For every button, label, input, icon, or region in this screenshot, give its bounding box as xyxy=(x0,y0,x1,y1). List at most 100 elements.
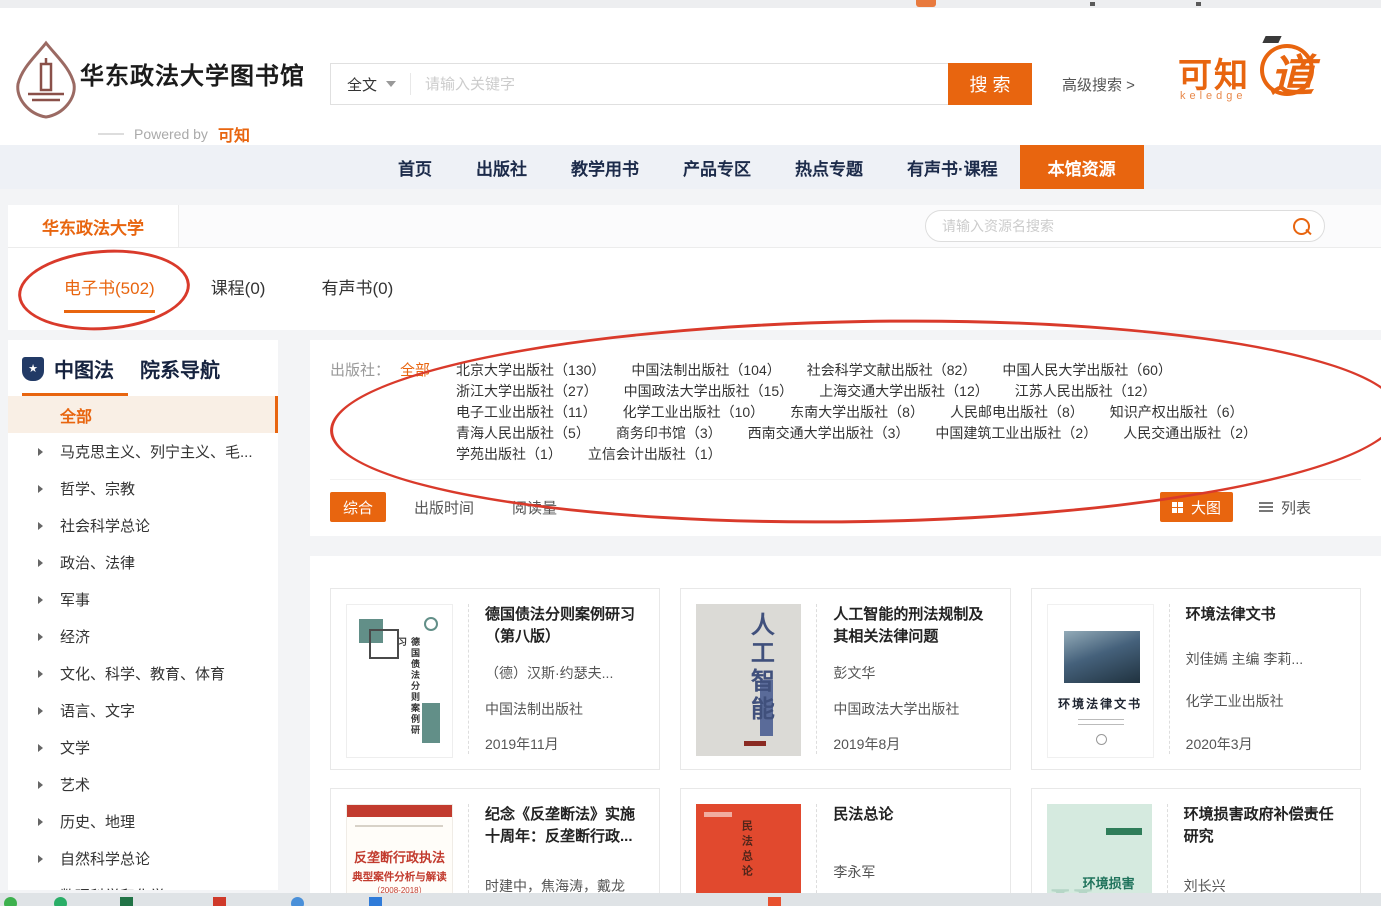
chevron-right-icon xyxy=(38,633,43,641)
taskbar-icon-0[interactable] xyxy=(4,897,17,906)
view-list-button[interactable]: 列表 xyxy=(1259,497,1311,518)
publisher-filter[interactable]: 浙江大学出版社（27） xyxy=(456,381,598,402)
sidebar-item[interactable]: 文化、科学、教育、体育 xyxy=(8,655,278,692)
sidebar-item[interactable]: 哲学、宗教 xyxy=(8,470,278,507)
sidebar-item[interactable]: 文学 xyxy=(8,729,278,766)
sidebar-item[interactable]: 全部 xyxy=(8,396,278,433)
view-grid-label: 大图 xyxy=(1191,497,1221,518)
sidebar-item[interactable]: 自然科学总论 xyxy=(8,840,278,877)
filter-panel: 出版社： 全部 北京大学出版社（130）中国法制出版社（104）社会科学文献出版… xyxy=(310,340,1381,536)
sidebar-item[interactable]: 军事 xyxy=(8,581,278,618)
search-input[interactable] xyxy=(411,76,948,93)
publisher-filter[interactable]: 中国政法大学出版社（15） xyxy=(624,381,794,402)
windows-taskbar xyxy=(0,893,1381,906)
book-card[interactable]: 德国债法分则案例研习德国债法分则案例研习（第八版）（德）汉斯·约瑟夫...中国法… xyxy=(330,588,660,770)
sidebar-item[interactable]: 社会科学总论 xyxy=(8,507,278,544)
chevron-right-icon xyxy=(38,707,43,715)
nav-item-3[interactable]: 产品专区 xyxy=(661,145,773,189)
publisher-filter[interactable]: 东南大学出版社（8） xyxy=(790,402,924,423)
sidebar-item[interactable]: 马克思主义、列宁主义、毛... xyxy=(8,433,278,470)
sidebar-item[interactable]: 政治、法律 xyxy=(8,544,278,581)
publisher-filter[interactable]: 知识产权出版社（6） xyxy=(1110,402,1244,423)
chevron-right-icon xyxy=(38,448,43,456)
publisher-filter[interactable]: 人民邮电出版社（8） xyxy=(950,402,1084,423)
browser-dot xyxy=(1196,2,1201,6)
book-card[interactable]: 民法总论民法总论李永军 xyxy=(680,788,1010,906)
resource-search-input[interactable] xyxy=(940,217,1293,235)
taskbar-icon-5[interactable] xyxy=(369,897,382,906)
resource-tab-2[interactable]: 有声书(0) xyxy=(321,274,393,310)
sidebar-item[interactable]: 数理科学和化学 xyxy=(8,877,278,890)
taskbar-icon-6[interactable] xyxy=(768,897,781,906)
publisher-filter[interactable]: 化学工业出版社（10） xyxy=(623,402,765,423)
sidebar-tab-departments[interactable]: 院系导航 xyxy=(140,354,220,383)
book-card[interactable]: 环境法律文书环境法律文书刘佳嫣 主编 李莉...化学工业出版社2020年3月 xyxy=(1031,588,1361,770)
nav-item-1[interactable]: 出版社 xyxy=(454,145,549,189)
publisher-filter[interactable]: 北京大学出版社（130） xyxy=(456,360,605,381)
book-card[interactable]: 人工智能人工智能的刑法规制及其相关法律问题彭文华中国政法大学出版社2019年8月 xyxy=(680,588,1010,770)
taskbar-icon-2[interactable] xyxy=(120,897,133,906)
sort-option-0[interactable]: 综合 xyxy=(330,492,386,522)
taskbar-icon-3[interactable] xyxy=(213,897,226,906)
sidebar-item[interactable]: 艺术 xyxy=(8,766,278,803)
cover-decoration xyxy=(369,629,399,659)
org-tab[interactable]: 华东政法大学 xyxy=(8,205,179,247)
advanced-search-link[interactable]: 高级搜索 > xyxy=(1062,74,1135,95)
publisher-filter[interactable]: 商务印书馆（3） xyxy=(616,423,722,444)
publisher-filter[interactable]: 中国建筑工业出版社（2） xyxy=(935,423,1097,444)
publisher-filter[interactable]: 中国法制出版社（104） xyxy=(631,360,780,381)
grid-icon xyxy=(1172,502,1183,513)
publisher-filter[interactable]: 立信会计出版社（1） xyxy=(588,444,722,465)
publisher-filter[interactable]: 西南交通大学出版社（3） xyxy=(748,423,910,444)
publisher-filter[interactable]: 人民交通出版社（2） xyxy=(1123,423,1257,444)
nav-item-0[interactable]: 首页 xyxy=(376,145,454,189)
search-scope-select[interactable]: 全文 xyxy=(331,74,410,95)
view-list-label: 列表 xyxy=(1281,497,1311,518)
publisher-row: 北京大学出版社（130） 中国法制出版社（104） 社会科学文献出版社（82） 中国人… xyxy=(456,360,1361,381)
cover-decoration xyxy=(424,617,438,631)
view-grid-button[interactable]: 大图 xyxy=(1160,492,1233,522)
publisher-filter[interactable]: 中国人民大学出版社（60） xyxy=(1002,360,1172,381)
publisher-filter[interactable]: 社会科学文献出版社（82） xyxy=(807,360,977,381)
search-icon[interactable] xyxy=(1293,218,1310,235)
sidebar-item[interactable]: 经济 xyxy=(8,618,278,655)
site-header: 华东政法大学图书馆 Powered by 可知 全文 搜 索 高级搜索 > 可知… xyxy=(0,8,1381,145)
publisher-filter[interactable]: 电子工业出版社（11） xyxy=(456,402,597,423)
nav-item-2[interactable]: 教学用书 xyxy=(549,145,661,189)
list-icon xyxy=(1259,502,1273,513)
book-card[interactable]: H环境损害政府补偿责任研究环境损害政府补偿责任研究刘长兴 xyxy=(1031,788,1361,906)
publisher-list: 北京大学出版社（130） 中国法制出版社（104） 社会科学文献出版社（82） 中国人… xyxy=(456,360,1361,465)
taskbar-icon-4[interactable] xyxy=(291,897,304,906)
publisher-filter[interactable]: 江苏人民出版社（12） xyxy=(1015,381,1157,402)
category-sidebar: ★ 中图法 院系导航 全部马克思主义、列宁主义、毛...哲学、宗教社会科学总论政… xyxy=(8,340,278,890)
book-author: 彭文华 xyxy=(833,663,994,683)
resource-tab-0[interactable]: 电子书(502) xyxy=(64,274,155,313)
cover-text: 环境损害 xyxy=(1083,873,1135,892)
sidebar-item-label: 文化、科学、教育、体育 xyxy=(60,663,225,684)
books-grid: 德国债法分则案例研习德国债法分则案例研习（第八版）（德）汉斯·约瑟夫...中国法… xyxy=(330,588,1361,906)
sidebar-tab-clc[interactable]: 中图法 xyxy=(54,354,114,383)
sort-option-1[interactable]: 出版时间 xyxy=(414,497,474,518)
publisher-filter-all[interactable]: 全部 xyxy=(400,360,430,381)
taskbar-icon-1[interactable] xyxy=(54,897,67,906)
nav-item-4[interactable]: 热点专题 xyxy=(773,145,885,189)
sidebar-header: ★ 中图法 院系导航 xyxy=(8,340,278,393)
sidebar-list: 全部马克思主义、列宁主义、毛...哲学、宗教社会科学总论政治、法律军事经济文化、… xyxy=(8,396,278,890)
sidebar-item[interactable]: 语言、文字 xyxy=(8,692,278,729)
nav-item-6[interactable]: 本馆资源 xyxy=(1020,145,1144,189)
sidebar-item[interactable]: 历史、地理 xyxy=(8,803,278,840)
nav-item-5[interactable]: 有声书·课程 xyxy=(885,145,1020,189)
publisher-filter[interactable]: 上海交通大学出版社（12） xyxy=(819,381,989,402)
view-toggle-group: 大图 列表 xyxy=(1160,492,1361,522)
cover-decoration xyxy=(1078,719,1124,728)
sort-bar: 综合 出版时间 阅读量 大图 列表 xyxy=(330,479,1361,534)
dash-decoration xyxy=(98,133,124,135)
sort-option-2[interactable]: 阅读量 xyxy=(512,497,557,518)
search-scope-value: 全文 xyxy=(347,74,377,95)
publisher-filter[interactable]: 学苑出版社（1） xyxy=(456,444,562,465)
book-card[interactable]: 反垄断行政执法典型案件分析与解读（2008-2018）纪念《反垄断法》实施十周年… xyxy=(330,788,660,906)
search-button[interactable]: 搜 索 xyxy=(948,63,1032,105)
book-author: （德）汉斯·约瑟夫... xyxy=(485,663,644,683)
publisher-filter[interactable]: 青海人民出版社（5） xyxy=(456,423,590,444)
resource-tab-1[interactable]: 课程(0) xyxy=(211,274,266,310)
